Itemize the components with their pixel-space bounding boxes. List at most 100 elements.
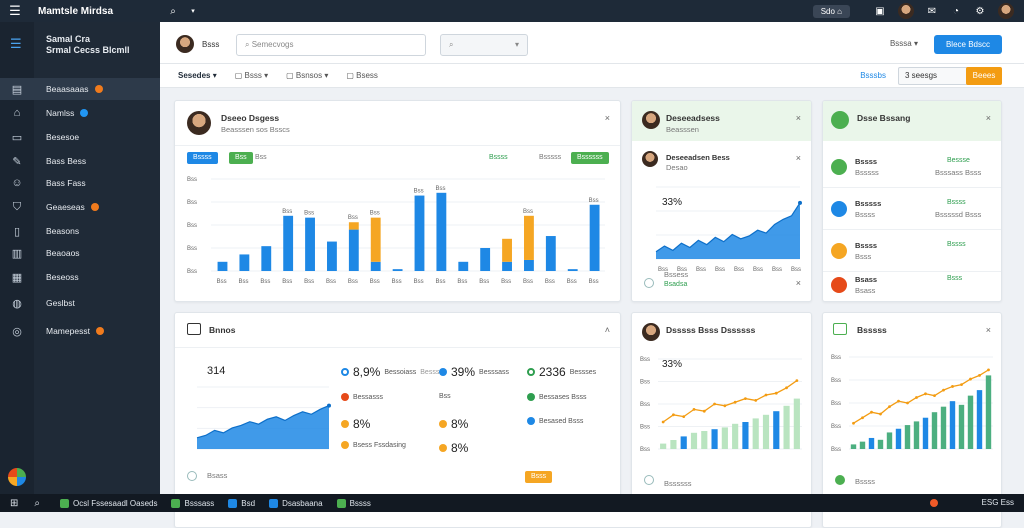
user-avatar[interactable] bbox=[998, 3, 1014, 19]
stat-person: Deseeadsen Bess bbox=[666, 153, 730, 162]
sidebar-item[interactable]: ▥ Beaoaos bbox=[0, 242, 160, 264]
sidebar-item-label: Geslbst bbox=[46, 298, 75, 308]
taskbar-item[interactable]: Dsasbaana bbox=[269, 498, 323, 508]
menu-toggle-icon[interactable]: ☰ bbox=[10, 36, 22, 52]
menu-icon[interactable]: ☰ bbox=[0, 3, 30, 19]
x-tick-label: Bss bbox=[457, 279, 467, 285]
badge-dot bbox=[90, 203, 99, 211]
tab-overview[interactable]: Sesedes ▾ bbox=[178, 71, 217, 80]
windows-icon[interactable]: ⊞ bbox=[10, 498, 18, 509]
filter-chip[interactable]: Bssss bbox=[187, 152, 218, 164]
sidebar-item[interactable]: ◎ Mamepesst bbox=[0, 320, 160, 342]
sidebar-item[interactable]: ⌂ Namlss bbox=[0, 102, 160, 124]
sidebar-item-label: Namlss bbox=[46, 108, 75, 118]
bar bbox=[931, 412, 938, 449]
sidebar-item[interactable]: ▦ Beseoss bbox=[0, 266, 160, 288]
bar bbox=[524, 259, 534, 271]
data-point bbox=[888, 405, 891, 409]
sidebar-item-label: Bass Fass bbox=[46, 178, 86, 188]
status-pill[interactable]: Sdo ⌂ bbox=[812, 4, 850, 18]
chevron-down-icon: ▾ bbox=[514, 40, 519, 49]
bar-stacked bbox=[348, 222, 359, 230]
close-icon[interactable]: × bbox=[796, 278, 801, 288]
search-icon[interactable]: ⌕ bbox=[34, 498, 40, 509]
sidebar-item[interactable]: ⛉ Geaeseas bbox=[0, 196, 160, 218]
x-tick-label: Bss bbox=[260, 279, 270, 285]
status-pill-label: Sdo bbox=[820, 6, 835, 16]
tab-label: Sesedes bbox=[178, 71, 211, 80]
notification-icon[interactable]: ▣ bbox=[874, 5, 886, 17]
kpi-label: Bessasss bbox=[353, 393, 383, 401]
stat-name: Bssss bbox=[855, 157, 878, 166]
person-name: Deseeadsess bbox=[666, 113, 720, 123]
search-icon[interactable]: ⌕ bbox=[167, 5, 179, 17]
new-button[interactable]: Blece Bdscc bbox=[933, 35, 1002, 54]
tab-second[interactable]: ▢ Bsss ▾ bbox=[235, 71, 268, 80]
filter-dropdown[interactable]: Bsssa ▾ bbox=[890, 39, 918, 48]
stat-value-sub: Bsssssd Bsss bbox=[935, 210, 982, 219]
bar bbox=[762, 414, 770, 449]
x-tick-label: Bss bbox=[772, 267, 782, 273]
export-button[interactable]: Beees bbox=[966, 67, 1002, 85]
area-chart bbox=[196, 386, 331, 450]
close-icon[interactable]: × bbox=[605, 113, 610, 123]
book-icon: ▦ bbox=[11, 271, 23, 284]
bar bbox=[480, 248, 491, 271]
data-point bbox=[879, 412, 882, 416]
person-avatar bbox=[187, 111, 211, 135]
sidebar-item[interactable]: ✎ Bass Bess bbox=[0, 150, 160, 172]
sidebar: ☰ Samal Cra Srmal Cecss Blcmll ▤ Beaasaaa… bbox=[0, 22, 160, 494]
refresh-icon[interactable] bbox=[644, 475, 654, 485]
sidebar-item[interactable]: ▭ Besesoe bbox=[0, 126, 160, 148]
data-point bbox=[764, 393, 768, 397]
chevron-down-icon[interactable]: ▾ bbox=[187, 5, 199, 17]
cta-button[interactable]: Bsss bbox=[525, 471, 553, 483]
profile-avatar[interactable] bbox=[176, 35, 194, 53]
mail-icon[interactable]: ✉ bbox=[926, 5, 938, 17]
sidebar-item[interactable]: ◍ Geslbst bbox=[0, 292, 160, 314]
close-icon[interactable]: × bbox=[796, 153, 801, 163]
app-icon bbox=[171, 498, 181, 508]
x-tick-label: Bss bbox=[734, 267, 744, 273]
bar bbox=[976, 390, 983, 449]
footer-label: Bssssss bbox=[664, 479, 692, 488]
card-title: Bsssss bbox=[857, 325, 887, 335]
close-icon[interactable]: × bbox=[986, 113, 991, 123]
bar bbox=[783, 405, 790, 449]
sidebar-item[interactable]: ☺ Bass Fass bbox=[0, 172, 160, 194]
stat-value: Bssss bbox=[947, 241, 966, 248]
bar bbox=[458, 261, 469, 271]
bar bbox=[922, 417, 929, 449]
footer-label: Bssss bbox=[855, 477, 876, 486]
footer-label: Bssess bbox=[664, 270, 689, 279]
taskbar-item[interactable]: Ocsl Fssesaadl Oaseds bbox=[60, 498, 157, 508]
avatar[interactable] bbox=[898, 3, 914, 19]
taskbar-item[interactable]: Bsssass bbox=[171, 498, 214, 508]
legend-button[interactable]: Bssssss bbox=[571, 152, 609, 164]
taskbar-item[interactable]: Bsd bbox=[228, 498, 256, 508]
refresh-icon[interactable] bbox=[644, 278, 654, 288]
tab-fourth[interactable]: ▢ Bsess bbox=[346, 71, 378, 80]
taskbar-item[interactable]: Bssss bbox=[336, 498, 371, 508]
data-point bbox=[951, 385, 954, 388]
tab-third[interactable]: ▢ Bsnsos ▾ bbox=[286, 71, 328, 80]
filter-select[interactable]: ⌕ ▾ bbox=[440, 34, 528, 56]
sidebar-item[interactable]: ▯ Beasons bbox=[0, 220, 160, 242]
x-tick-label: Bss bbox=[589, 279, 599, 285]
refresh-icon[interactable] bbox=[187, 471, 197, 481]
close-icon[interactable]: × bbox=[986, 325, 991, 335]
sidebar-item[interactable]: ▤ Beaasaaas bbox=[0, 78, 160, 100]
bar bbox=[868, 437, 875, 449]
settings-icon[interactable]: ⚙ bbox=[974, 5, 986, 17]
bar bbox=[958, 404, 965, 449]
user-avatar-icon[interactable] bbox=[8, 468, 26, 486]
collapse-icon[interactable]: ˄ bbox=[605, 325, 610, 335]
help-icon[interactable]: ◔ bbox=[950, 5, 962, 17]
taskbar-item-label: Bsd bbox=[241, 498, 256, 508]
bar bbox=[502, 261, 512, 271]
kpi-marker bbox=[341, 393, 349, 401]
close-icon[interactable]: × bbox=[796, 113, 801, 123]
card-title: Dsssss Bsss Dssssss bbox=[666, 325, 756, 335]
filter-chip[interactable]: Bss bbox=[229, 152, 253, 164]
search-input[interactable]: ⌕ Semecvogs bbox=[236, 34, 426, 56]
